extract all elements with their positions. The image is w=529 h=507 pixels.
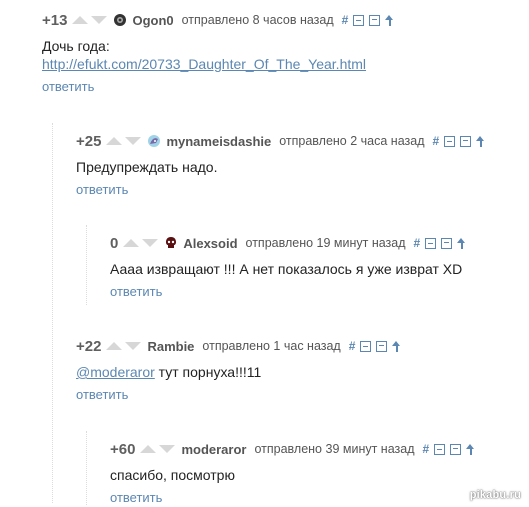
reply-link[interactable]: ответить bbox=[42, 79, 94, 94]
comment-rating: +25 bbox=[76, 132, 102, 150]
comment: +25 mynameisdashie отправлено 2 часа наз… bbox=[52, 123, 529, 503]
comment-rating: +13 bbox=[42, 11, 68, 29]
comment-body: Дочь года: http://efukt.com/20733_Daught… bbox=[42, 37, 529, 73]
vote-up-icon[interactable] bbox=[140, 445, 157, 453]
comment-header: +13 Ogon0 отправлено 8 часов назад # bbox=[42, 10, 529, 30]
go-to-parent-icon[interactable] bbox=[457, 237, 466, 249]
save-icon[interactable] bbox=[376, 340, 388, 352]
vote-up-icon[interactable] bbox=[72, 16, 89, 24]
site-watermark: pikabu.ru bbox=[469, 489, 521, 501]
vote-controls bbox=[106, 137, 142, 145]
comment-text: спасибо, посмотрю bbox=[110, 467, 235, 483]
pony-icon[interactable] bbox=[147, 134, 161, 148]
vote-down-icon[interactable] bbox=[91, 16, 108, 24]
dark-emblem-icon[interactable] bbox=[113, 13, 127, 27]
vote-controls bbox=[123, 239, 159, 247]
vote-down-icon[interactable] bbox=[159, 445, 176, 453]
comment-tools: # bbox=[342, 13, 395, 27]
user-mention-link[interactable]: @moderaror bbox=[76, 364, 155, 380]
comment-text: Предупреждать надо. bbox=[76, 159, 218, 175]
comment-time: отправлено 1 час назад bbox=[202, 339, 341, 353]
comment-time: отправлено 19 минут назад bbox=[245, 236, 406, 250]
go-to-parent-icon[interactable] bbox=[466, 443, 475, 455]
save-icon[interactable] bbox=[369, 14, 381, 26]
collapse-icon[interactable] bbox=[434, 443, 446, 455]
comment-tools: # bbox=[349, 339, 402, 353]
comment-rating: +22 bbox=[76, 337, 102, 355]
save-icon[interactable] bbox=[460, 135, 472, 147]
permalink-hash-icon[interactable]: # bbox=[342, 13, 349, 27]
comment-author[interactable]: moderaror bbox=[181, 442, 246, 457]
reply-link[interactable]: ответить bbox=[76, 387, 128, 402]
vote-down-icon[interactable] bbox=[125, 342, 142, 350]
comment-text: Аааа извращают !!! А нет показалось я уж… bbox=[110, 261, 463, 277]
comment-time: отправлено 2 часа назад bbox=[279, 134, 425, 148]
comment: +22 Rambie отправлено 1 час назад # @mod… bbox=[76, 336, 529, 404]
comment-rating: +60 bbox=[110, 440, 136, 458]
comment: +60 moderaror отправлено 39 минут назад … bbox=[86, 431, 529, 507]
comment-text: тут порнуха!!!11 bbox=[154, 364, 262, 380]
comment: +13 Ogon0 отправлено 8 часов назад # Доч… bbox=[42, 10, 529, 96]
reply-link[interactable]: ответить bbox=[110, 490, 162, 505]
comment-time: отправлено 8 часов назад bbox=[181, 13, 334, 27]
comment-author[interactable]: Ogon0 bbox=[132, 13, 173, 28]
go-to-parent-icon[interactable] bbox=[385, 14, 394, 26]
collapse-icon[interactable] bbox=[360, 340, 372, 352]
reply-link[interactable]: ответить bbox=[76, 182, 128, 197]
comment-author[interactable]: Rambie bbox=[147, 339, 194, 354]
comment-link[interactable]: http://efukt.com/20733_Daughter_Of_The_Y… bbox=[42, 55, 529, 73]
comment-header: 0 Alexsoid отправлено 19 минут назад # bbox=[110, 233, 529, 253]
comment-tools: # bbox=[422, 442, 475, 456]
skull-icon[interactable] bbox=[164, 236, 178, 250]
permalink-hash-icon[interactable]: # bbox=[422, 442, 429, 456]
comment-body: @moderaror тут порнуха!!!11 bbox=[76, 363, 529, 381]
comment-time: отправлено 39 минут назад bbox=[254, 442, 415, 456]
comment-header: +25 mynameisdashie отправлено 2 часа наз… bbox=[76, 131, 529, 151]
comment: 0 Alexsoid отправлено 19 минут назад # А… bbox=[86, 225, 529, 305]
save-icon[interactable] bbox=[450, 443, 462, 455]
thread-line bbox=[86, 225, 87, 305]
permalink-hash-icon[interactable]: # bbox=[433, 134, 440, 148]
comment-tools: # bbox=[433, 134, 486, 148]
comment-rating: 0 bbox=[110, 234, 119, 252]
comment-text: Дочь года: bbox=[42, 38, 110, 54]
permalink-hash-icon[interactable]: # bbox=[414, 236, 421, 250]
vote-down-icon[interactable] bbox=[142, 239, 159, 247]
collapse-icon[interactable] bbox=[444, 135, 456, 147]
vote-controls bbox=[72, 16, 108, 24]
go-to-parent-icon[interactable] bbox=[392, 340, 401, 352]
go-to-parent-icon[interactable] bbox=[476, 135, 485, 147]
comment-header: +60 moderaror отправлено 39 минут назад … bbox=[110, 439, 529, 459]
thread-line bbox=[86, 431, 87, 505]
comment-author[interactable]: Alexsoid bbox=[183, 236, 237, 251]
collapse-icon[interactable] bbox=[425, 237, 437, 249]
vote-controls bbox=[106, 342, 142, 350]
comment-tools: # bbox=[414, 236, 467, 250]
vote-up-icon[interactable] bbox=[123, 239, 140, 247]
permalink-hash-icon[interactable]: # bbox=[349, 339, 356, 353]
reply-link[interactable]: ответить bbox=[110, 284, 162, 299]
vote-up-icon[interactable] bbox=[106, 137, 123, 145]
vote-controls bbox=[140, 445, 176, 453]
vote-down-icon[interactable] bbox=[125, 137, 142, 145]
comment-header: +22 Rambie отправлено 1 час назад # bbox=[76, 336, 529, 356]
vote-up-icon[interactable] bbox=[106, 342, 123, 350]
save-icon[interactable] bbox=[441, 237, 453, 249]
thread-line bbox=[52, 123, 53, 503]
comment-author[interactable]: mynameisdashie bbox=[166, 134, 271, 149]
collapse-icon[interactable] bbox=[353, 14, 365, 26]
